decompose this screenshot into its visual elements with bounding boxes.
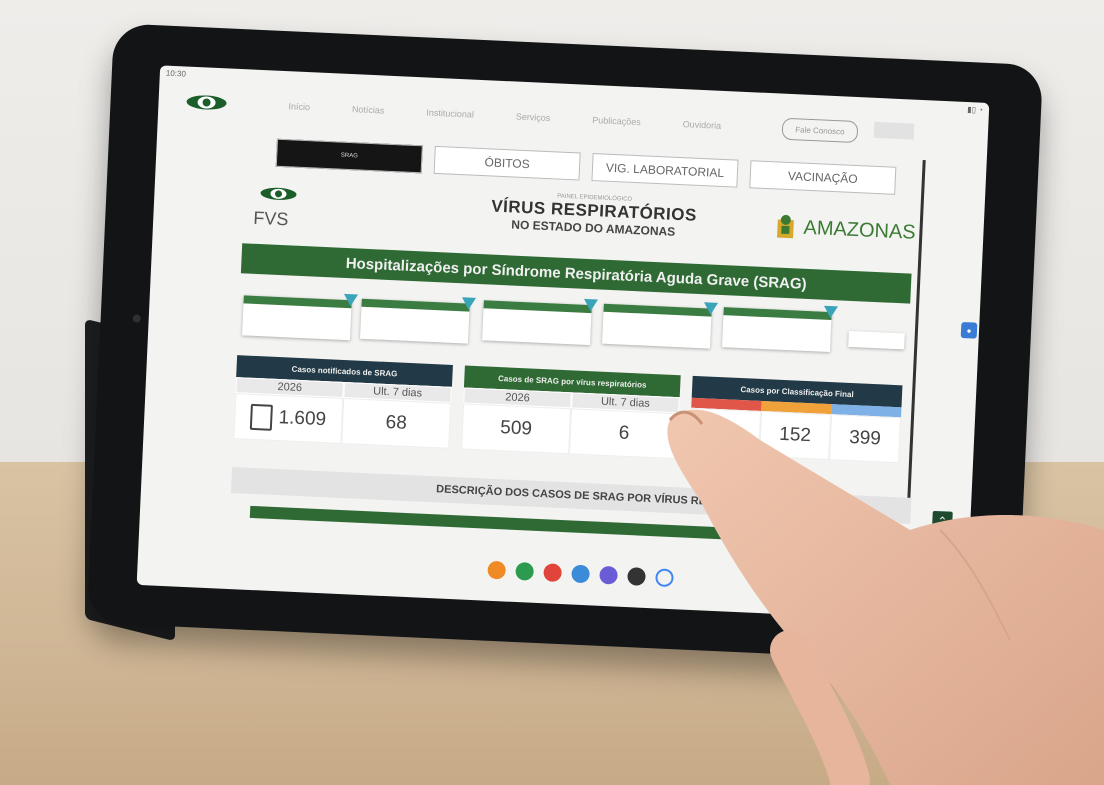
status-icons: ▮▯ ◔ [967,104,984,115]
camera-icon [132,314,141,323]
dock-app-icon[interactable] [543,563,563,583]
nav-item-publicacoes[interactable]: Publicações [592,115,641,127]
fvs-fullname [312,200,412,205]
photo-scene: 10:30 ▮▯ ◔ Início Notícias Institucional… [0,0,1104,785]
fvs-eye-logo-icon[interactable] [184,93,229,113]
nav-item-servicos[interactable]: Serviços [516,112,551,124]
filter-3[interactable] [482,298,599,346]
tab-obitos[interactable]: ÓBITOS [433,145,581,181]
dock-app-icon[interactable] [515,562,535,581]
tab-srag[interactable]: SRAG [275,138,423,174]
nav-item-inicio[interactable]: Início [288,101,310,112]
fvs-acronym: FVS [252,207,289,230]
amazonas-logo: AMAZONAS [772,209,924,260]
amazonas-crest-icon [777,214,794,239]
filter-1[interactable] [242,293,359,341]
search-input[interactable] [873,121,915,140]
card-notified-val1: 1.609 [278,407,327,431]
nav-item-institucional[interactable]: Institucional [426,107,474,119]
filter-5[interactable] [722,305,838,353]
tab-vig-laboratorial[interactable]: VIG. LABORATORIAL [591,153,739,188]
update-note [840,308,900,311]
status-time: 10:30 [165,68,187,79]
tab-vacinacao[interactable]: VACINAÇÃO [749,160,897,195]
amazonas-wordmark: AMAZONAS [803,216,917,244]
side-action-button[interactable]: ● [960,321,978,339]
hand-pointing-image [667,409,1104,785]
card-notified: Casos notificados de SRAG 2026 Ult. 7 di… [233,355,453,449]
filter-2[interactable] [360,297,476,344]
filter-4[interactable] [602,302,719,349]
filter-row [238,287,910,367]
fvs-logo: FVS [253,184,425,242]
dock-app-icon[interactable] [571,564,590,584]
card-notified-val1-cell: 1.609 [233,393,344,444]
funnel-icon [343,293,359,307]
clear-filters-button[interactable] [848,330,905,350]
contact-button[interactable]: Fale Conosco [781,117,859,144]
funnel-icon [823,305,838,319]
card-by-virus-val1: 509 [461,403,572,455]
nav-item-noticias[interactable]: Notícias [352,104,385,115]
fvs-eye-icon [260,187,297,200]
card-notified-val2: 68 [341,397,452,449]
dock-app-icon[interactable] [487,560,507,580]
document-icon [250,403,274,431]
nav-item-ouvidoria[interactable]: Ouvidoria [682,119,721,131]
funnel-icon [703,302,719,315]
nav-menu: Início Notícias Institucional Serviços P… [288,101,721,131]
funnel-icon [461,297,476,310]
panel-title: PAINEL EPIDEMIOLÓGICO VÍRUS RESPIRATÓRIO… [483,190,705,240]
funnel-icon [583,298,599,312]
